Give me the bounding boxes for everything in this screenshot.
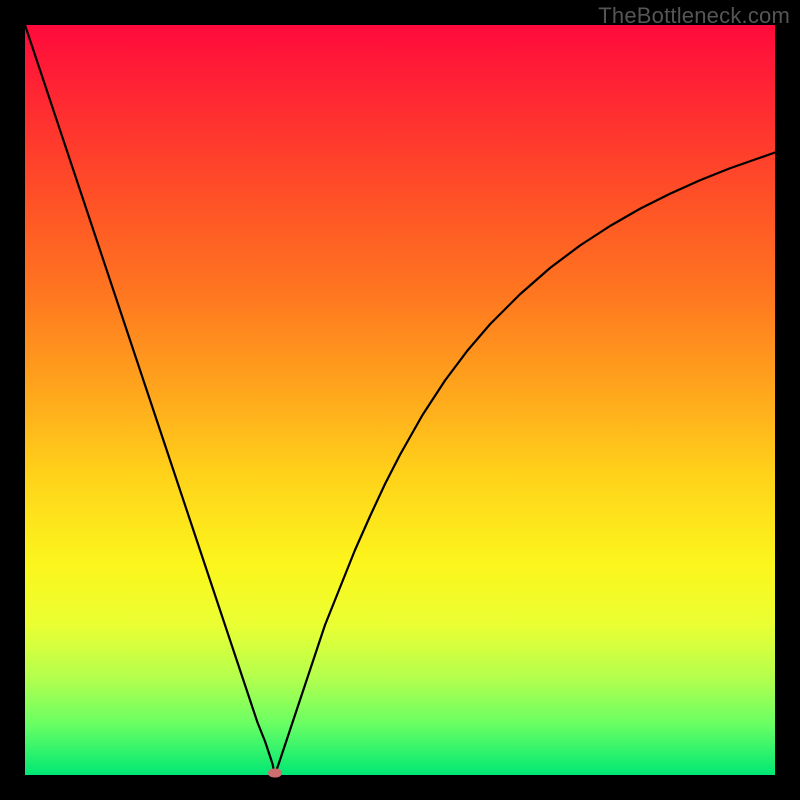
curve-svg bbox=[25, 25, 775, 775]
plot-area bbox=[25, 25, 775, 775]
min-point-marker bbox=[268, 769, 282, 778]
chart-container: TheBottleneck.com bbox=[0, 0, 800, 800]
bottleneck-curve-path bbox=[25, 25, 775, 775]
watermark-label: TheBottleneck.com bbox=[598, 3, 790, 29]
